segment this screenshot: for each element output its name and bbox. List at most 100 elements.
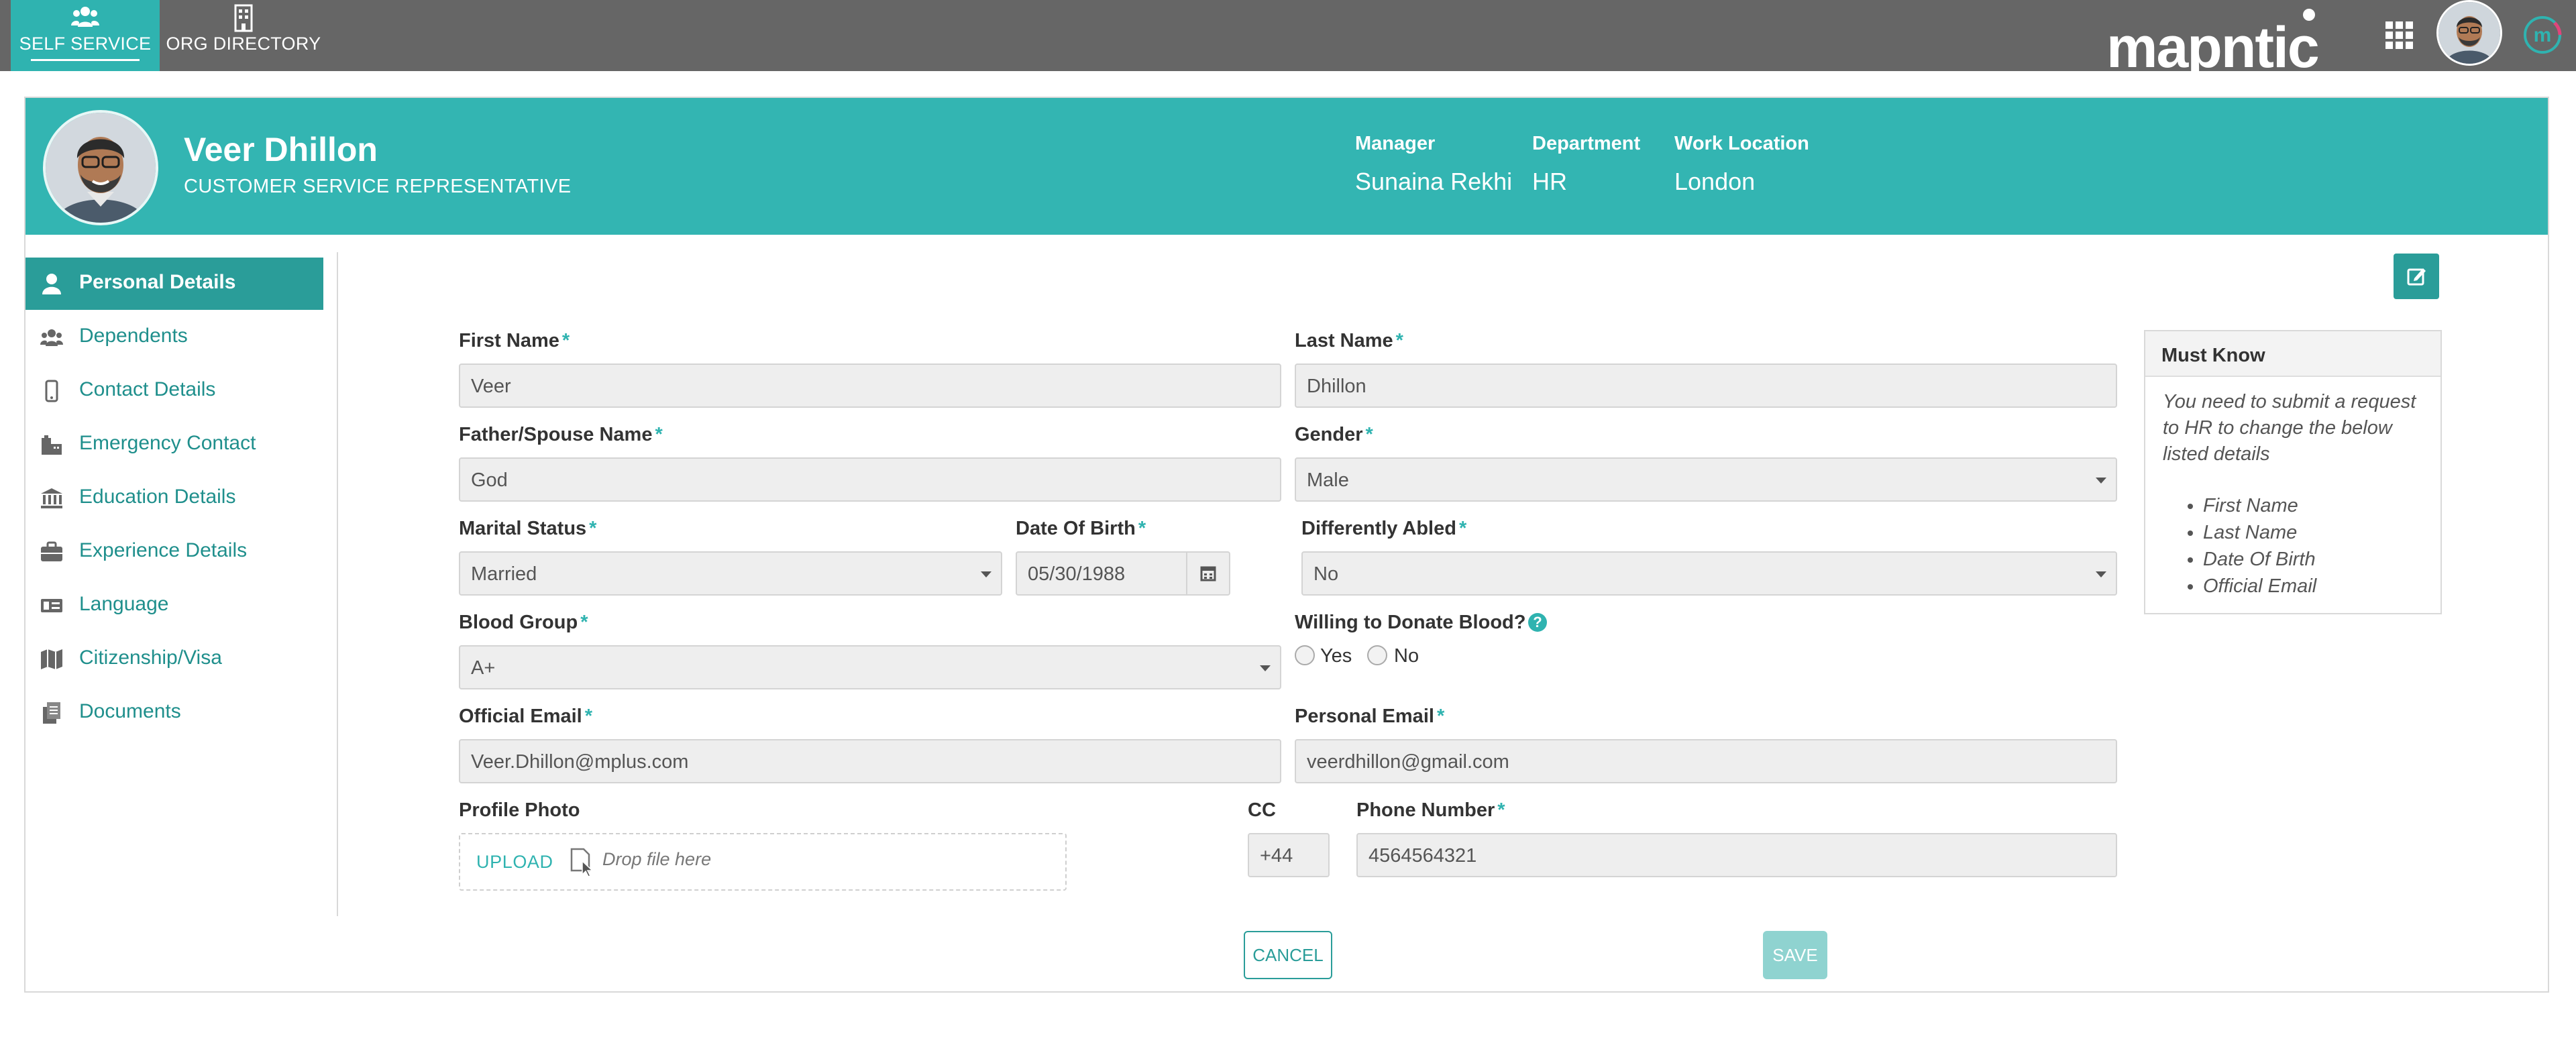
emergency-icon <box>42 435 62 455</box>
top-bar: SELF SERVICE ORG DIRECTORY mapntic m <box>0 0 2576 71</box>
nav-self-service-label: SELF SERVICE <box>11 34 160 61</box>
nav-self-service[interactable]: SELF SERVICE <box>11 0 160 71</box>
work-location-value: London <box>1674 168 1756 195</box>
differently-abled-label: Differently Abled * <box>1301 518 1467 539</box>
must-know-text: You need to submit a request to HR to ch… <box>2163 391 2416 465</box>
brand-logo[interactable]: mapntic <box>2106 7 2328 71</box>
phone-number-label: Phone Number * <box>1356 799 1505 821</box>
briefcase-icon <box>41 541 62 561</box>
personal-email-label: Personal Email * <box>1295 706 1445 727</box>
sidebar-item-education-details[interactable]: Education Details <box>25 472 323 524</box>
personal-email-field[interactable]: veerdhillon@gmail.com <box>1295 739 2117 783</box>
chevron-down-icon <box>981 571 991 577</box>
employee-title: CUSTOMER SERVICE REPRESENTATIVE <box>184 176 572 197</box>
profile-photo-label: Profile Photo <box>459 799 580 821</box>
last-name-field[interactable]: Dhillon <box>1295 364 2117 408</box>
documents-icon <box>43 702 60 724</box>
cc-label: CC <box>1248 799 1276 821</box>
mplus-badge-icon[interactable]: m <box>2521 13 2564 56</box>
sidebar-item-label: Education Details <box>79 486 236 508</box>
user-icon <box>42 274 61 294</box>
blood-group-label: Blood Group * <box>459 612 588 633</box>
chevron-down-icon <box>2096 571 2106 577</box>
list-item: Last Name <box>2203 519 2316 546</box>
cc-field[interactable]: +44 <box>1248 833 1330 877</box>
drop-file-hint: Drop file here <box>602 849 712 869</box>
sidebar-item-personal-details[interactable]: Personal Details <box>25 258 323 310</box>
department-value: HR <box>1532 168 1567 195</box>
calendar-button[interactable] <box>1186 551 1230 596</box>
differently-abled-select[interactable]: No <box>1301 551 2117 596</box>
employee-name: Veer Dhillon <box>184 131 378 168</box>
sidebar-item-label: Emergency Contact <box>79 432 256 454</box>
sidebar-item-contact-details[interactable]: Contact Details <box>25 365 323 417</box>
apps-grid-icon[interactable] <box>2384 20 2415 51</box>
list-item: Official Email <box>2203 573 2316 600</box>
users-icon <box>71 7 99 27</box>
edit-icon <box>2407 268 2426 286</box>
must-know-list: First Name Last Name Date Of Birth Offic… <box>2203 492 2316 600</box>
first-name-label: First Name * <box>459 330 570 351</box>
gender-label: Gender * <box>1295 424 1373 445</box>
sidebar-item-label: Citizenship/Visa <box>79 647 222 669</box>
employee-avatar[interactable] <box>43 110 158 225</box>
sidebar-item-label: Documents <box>79 700 181 722</box>
users-icon <box>40 329 63 346</box>
language-icon <box>41 599 62 612</box>
cancel-button[interactable]: CANCEL <box>1244 931 1332 979</box>
sidebar-item-citizenship-visa[interactable]: Citizenship/Visa <box>25 633 323 685</box>
official-email-label: Official Email * <box>459 706 593 727</box>
donate-yes-radio[interactable] <box>1295 645 1315 665</box>
institution-icon <box>41 488 62 508</box>
phone-number-field[interactable]: 4564564321 <box>1356 833 2117 877</box>
file-drop-icon <box>570 848 594 877</box>
department-label: Department <box>1532 133 1641 154</box>
upload-button[interactable]: UPLOAD <box>476 852 553 873</box>
father-spouse-field[interactable]: God <box>459 457 1281 502</box>
donate-yes-label: Yes <box>1320 645 1352 667</box>
sidebar: Personal Details Dependents Contact Deta… <box>25 252 338 916</box>
chevron-down-icon <box>1260 665 1271 671</box>
user-avatar[interactable] <box>2436 0 2502 66</box>
brand-logo-text: mapntic <box>2106 15 2318 71</box>
employee-banner: Veer Dhillon CUSTOMER SERVICE REPRESENTA… <box>25 98 2548 235</box>
marital-status-label: Marital Status * <box>459 518 597 539</box>
sidebar-item-dependents[interactable]: Dependents <box>25 311 323 364</box>
first-name-field[interactable]: Veer <box>459 364 1281 408</box>
date-of-birth-field[interactable]: 05/30/1988 <box>1016 551 1187 596</box>
nav-org-directory[interactable]: ORG DIRECTORY <box>164 0 323 71</box>
sidebar-item-experience-details[interactable]: Experience Details <box>25 526 323 578</box>
mobile-icon <box>45 380 58 402</box>
sidebar-item-label: Language <box>79 593 169 615</box>
sidebar-item-documents[interactable]: Documents <box>25 687 323 739</box>
sidebar-item-label: Experience Details <box>79 539 248 561</box>
profile-card: Veer Dhillon CUSTOMER SERVICE REPRESENTA… <box>24 97 2549 993</box>
calendar-icon <box>1200 566 1216 581</box>
profile-photo-dropzone[interactable]: UPLOAD Drop file here <box>459 833 1067 891</box>
last-name-label: Last Name * <box>1295 330 1403 351</box>
help-icon[interactable]: ? <box>1528 613 1547 632</box>
marital-status-select[interactable]: Married <box>459 551 1002 596</box>
svg-text:m: m <box>2534 24 2552 46</box>
sidebar-item-label: Contact Details <box>79 378 216 400</box>
building-icon <box>234 4 253 32</box>
map-icon <box>41 649 62 669</box>
blood-group-select[interactable]: A+ <box>459 645 1281 689</box>
must-know-title: Must Know <box>2145 331 2440 377</box>
gender-select[interactable]: Male <box>1295 457 2117 502</box>
donate-blood-label: Willing to Donate Blood? <box>1295 612 1526 633</box>
sidebar-item-language[interactable]: Language <box>25 579 323 632</box>
manager-value: Sunaina Rekhi <box>1355 168 1513 195</box>
father-spouse-label: Father/Spouse Name * <box>459 424 663 445</box>
page: SELF SERVICE ORG DIRECTORY mapntic m Vee… <box>0 0 2576 1057</box>
official-email-field[interactable]: Veer.Dhillon@mplus.com <box>459 739 1281 783</box>
edit-button[interactable] <box>2394 254 2439 299</box>
save-button[interactable]: SAVE <box>1763 931 1827 979</box>
nav-org-directory-label: ORG DIRECTORY <box>166 34 321 54</box>
must-know-panel: Must Know You need to submit a request t… <box>2144 330 2442 614</box>
sidebar-item-emergency-contact[interactable]: Emergency Contact <box>25 419 323 471</box>
donate-no-radio[interactable] <box>1367 645 1387 665</box>
manager-label: Manager <box>1355 133 1436 154</box>
sidebar-item-label: Dependents <box>79 325 188 347</box>
list-item: Date Of Birth <box>2203 546 2316 573</box>
